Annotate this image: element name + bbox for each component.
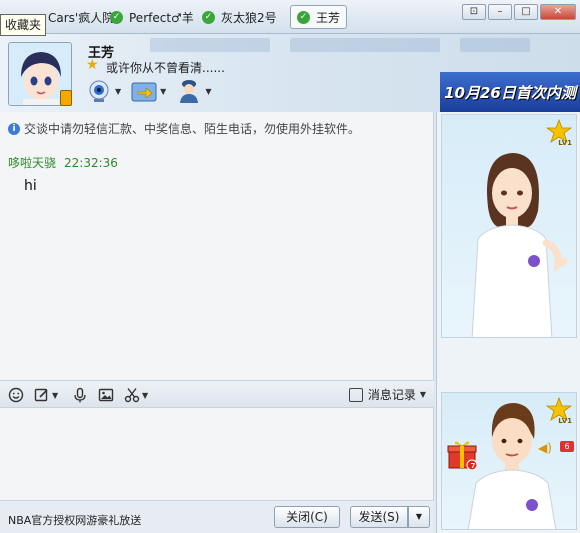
tab-label: 灰太狼2号 — [221, 10, 277, 25]
screenshot-icon — [124, 388, 140, 403]
chevron-down-icon: ▼ — [415, 512, 423, 521]
header-decoration — [290, 38, 440, 52]
tab-perfect[interactable]: ✓ Perfect♂羊 — [104, 5, 200, 29]
tab-label: Perfect♂羊 — [129, 10, 194, 25]
tab-wangfang[interactable]: ✓ 王芳 — [290, 5, 348, 29]
chat-history[interactable]: i 交谈中请勿轻信汇款、中奖信息、陌生电话，勿使用外挂软件。 哆啦天骁 22:32… — [0, 112, 434, 380]
online-status-icon: ✓ — [110, 10, 123, 24]
message-header: 哆啦天骁 22:32:36 — [8, 154, 118, 171]
font-icon — [34, 388, 48, 402]
send-button[interactable]: 发送(S) — [350, 506, 408, 528]
speaker-icon[interactable]: ◀) — [538, 441, 552, 455]
emoji-button[interactable] — [8, 386, 24, 404]
chevron-down-icon[interactable]: ▼ — [52, 391, 58, 400]
webcam-icon — [86, 78, 112, 104]
file-transfer-button[interactable]: ▼ — [131, 78, 166, 104]
close-window-button[interactable]: ✕ — [540, 4, 576, 20]
bottom-bar: NBA官方授权网游豪礼放送 关闭(C) 发送(S) ▼ — [0, 500, 434, 533]
message-text: hi — [24, 178, 37, 194]
banner-ad[interactable]: 10月26日首次内测 — [440, 72, 580, 112]
message-sender[interactable]: 哆啦天骁 — [8, 156, 56, 170]
maximize-button[interactable]: □ — [514, 4, 538, 20]
chevron-down-icon[interactable]: ▼ — [160, 87, 166, 96]
window-controls: ⊡ – □ ✕ — [462, 4, 576, 20]
contact-signature: 或许你从不曾看清...... — [106, 61, 225, 75]
chat-toolbar: ▼ ▼ ▼ — [86, 78, 211, 104]
safety-notice: i 交谈中请勿轻信汇款、中奖信息、陌生电话，勿使用外挂软件。 — [8, 120, 360, 137]
header-decoration — [460, 38, 530, 52]
message-input[interactable] — [0, 408, 434, 500]
minimize-button[interactable]: – — [488, 4, 512, 20]
voice-button[interactable] — [72, 386, 88, 404]
show-sidebar: LV1 LV1 7 ◀) 6 — [436, 112, 580, 533]
close-button[interactable]: 关闭(C) — [274, 506, 340, 528]
chevron-down-icon[interactable]: ▼ — [115, 87, 121, 96]
send-options-button[interactable]: ▼ — [408, 506, 430, 528]
info-icon: i — [8, 122, 20, 135]
promo-link[interactable]: NBA官方授权网游豪礼放送 — [8, 512, 141, 528]
voice-icon — [74, 387, 86, 403]
message-history-button[interactable]: 消息记录 ▼ — [348, 386, 426, 403]
header-decoration — [150, 38, 270, 52]
chevron-down-icon[interactable]: ▼ — [205, 87, 211, 96]
chevron-down-icon[interactable]: ▼ — [420, 390, 426, 399]
clock-icon — [348, 387, 363, 402]
online-status-icon: ✓ — [297, 10, 310, 24]
file-transfer-icon — [131, 78, 157, 104]
level-label: LV1 — [558, 417, 572, 425]
self-show-panel[interactable]: LV1 7 ◀) 6 — [441, 392, 577, 530]
safety-notice-text: 交谈中请勿轻信汇款、中奖信息、陌生电话，勿使用外挂软件。 — [24, 122, 361, 136]
webcam-button[interactable]: ▼ — [86, 78, 121, 104]
screenshot-button[interactable]: ▼ — [124, 386, 148, 404]
contact-show-panel[interactable]: LV1 — [441, 114, 577, 338]
tooltip-favorites: 收藏夹 — [0, 14, 46, 36]
message-history-label: 消息记录 — [367, 388, 416, 402]
gift-count-badge: 7 — [470, 462, 476, 470]
image-icon — [98, 388, 114, 402]
image-button[interactable] — [98, 386, 114, 404]
tab-huitailang[interactable]: ✓ 灰太狼2号 — [196, 5, 283, 29]
remote-assist-button[interactable]: ▼ — [176, 78, 211, 104]
emoji-icon — [8, 387, 24, 403]
level-label: LV1 — [558, 139, 572, 147]
skin-button[interactable]: ⊡ — [462, 4, 486, 20]
message-time: 22:32:36 — [64, 156, 118, 170]
speaker-count-badge: 6 — [560, 441, 574, 452]
title-bar: Cars'疯人院 ✓ Perfect♂羊 ✓ 灰太狼2号 ✓ 王芳 ⊡ – □ … — [0, 0, 580, 34]
tab-label: 王芳 — [316, 10, 341, 25]
female-avatar-figure — [471, 153, 568, 337]
remote-assist-icon — [176, 78, 202, 104]
star-icon[interactable]: ★ — [86, 57, 99, 73]
input-toolbar: ▼ ▼ 消息记录 ▼ — [0, 380, 434, 408]
font-button[interactable]: ▼ — [34, 386, 58, 404]
mobile-online-icon — [60, 90, 72, 106]
chevron-down-icon[interactable]: ▼ — [142, 391, 148, 400]
online-status-icon: ✓ — [202, 10, 215, 24]
